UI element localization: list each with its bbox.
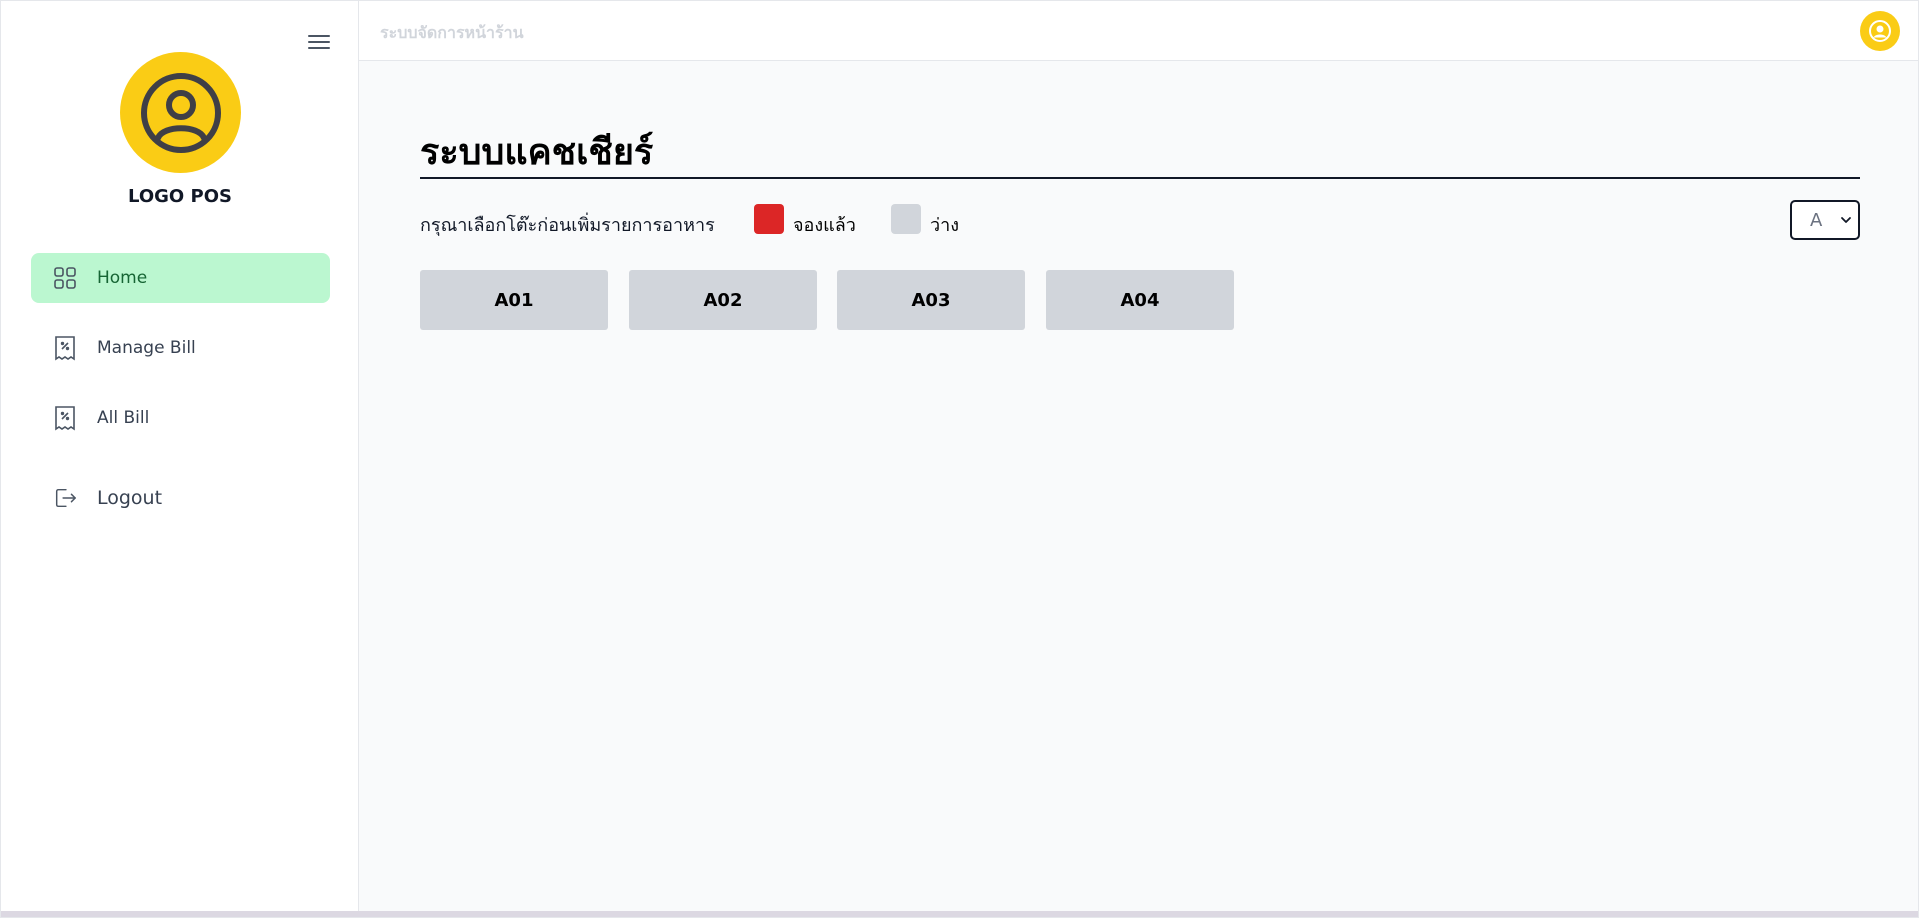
zone-select[interactable]: A: [1790, 200, 1860, 240]
sidebar-item-label: Home: [97, 268, 148, 288]
page-title: ระบบแคชเชียร์: [420, 132, 654, 173]
sidebar-item-home[interactable]: Home: [31, 253, 330, 303]
table-button-a03[interactable]: A03: [837, 270, 1025, 330]
legend-booked-label: จองแล้ว: [793, 215, 856, 236]
zone-select-value: A: [1810, 209, 1823, 231]
sidebar-item-label: All Bill: [97, 408, 150, 428]
topbar-title: ระบบจัดการหน้าร้าน: [380, 23, 524, 42]
grid-icon: [53, 266, 77, 290]
legend-available-label: ว่าง: [930, 215, 960, 236]
sidebar-item-logout[interactable]: Logout: [31, 473, 330, 523]
hamburger-menu-icon[interactable]: [306, 31, 332, 53]
instruction-text: กรุณาเลือกโต๊ะก่อนเพิ่มรายการอาหาร: [420, 215, 715, 236]
legend-available-swatch: [891, 204, 921, 234]
chevron-down-icon: [1840, 211, 1852, 230]
logo-text: LOGO POS: [128, 186, 232, 207]
table-button-a02[interactable]: A02: [629, 270, 817, 330]
logout-icon: [53, 486, 77, 510]
sidebar: LOGO POS Home Manage Bill All Bill Logou…: [1, 1, 359, 913]
receipt-icon: [53, 406, 77, 431]
table-button-a04[interactable]: A04: [1046, 270, 1234, 330]
legend-booked-swatch: [754, 204, 784, 234]
sidebar-item-label: Manage Bill: [97, 338, 196, 358]
topbar: ระบบจัดการหน้าร้าน: [359, 1, 1918, 61]
sidebar-item-all-bill[interactable]: All Bill: [31, 393, 330, 443]
sidebar-item-label: Logout: [97, 487, 163, 509]
main-content: ระบบแคชเชียร์ กรุณาเลือกโต๊ะก่อนเพิ่มราย…: [359, 61, 1918, 913]
table-button-a01[interactable]: A01: [420, 270, 608, 330]
window-bottom-edge: [1, 911, 1918, 917]
user-avatar-icon[interactable]: [1860, 11, 1900, 51]
logo-avatar-icon: [120, 52, 241, 173]
sidebar-item-manage-bill[interactable]: Manage Bill: [31, 323, 330, 373]
title-divider: [420, 177, 1860, 179]
receipt-icon: [53, 336, 77, 361]
app-window: LOGO POS Home Manage Bill All Bill Logou…: [0, 0, 1919, 918]
